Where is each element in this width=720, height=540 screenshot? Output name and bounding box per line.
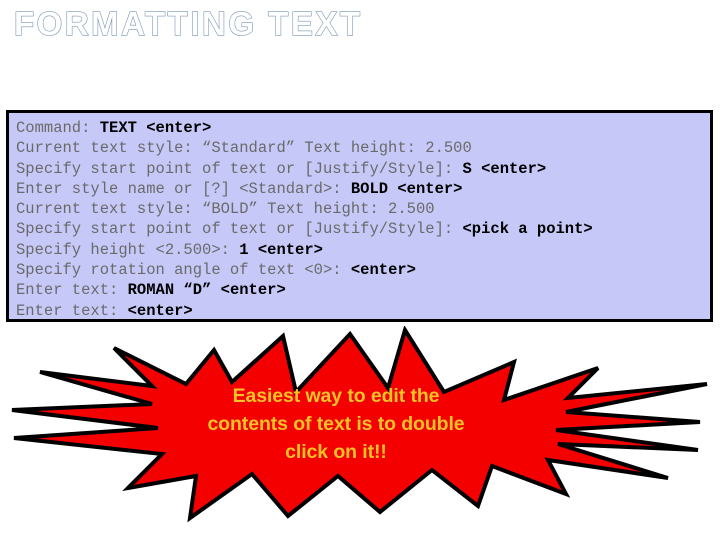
- command-input-text: BOLD <enter>: [350, 179, 463, 198]
- command-line: Specify start point of text or [Justify/…: [16, 219, 710, 239]
- command-line: Current text style: “Standard” Text heig…: [16, 138, 710, 158]
- command-prompt-text: Current text style: “Standard” Text heig…: [16, 139, 472, 158]
- callout-starburst: Easiest way to edit the contents of text…: [0, 326, 720, 540]
- command-input-text: <enter>: [350, 261, 416, 280]
- slide-canvas: FORMATTING TEXT Command: TEXT <enter> Cu…: [0, 0, 720, 540]
- command-prompt-text: Specify rotation angle of text <0>:: [16, 261, 351, 280]
- command-line: Specify height <2.500>: 1 <enter>: [16, 240, 710, 260]
- command-prompt-box: Command: TEXT <enter> Current text style…: [6, 110, 713, 322]
- command-prompt-text: Specify start point of text or [Justify/…: [16, 220, 463, 239]
- command-prompt-text: Current text style: “BOLD” Text height: …: [16, 200, 435, 219]
- command-line: Enter text: <enter>: [16, 301, 710, 321]
- command-line: Current text style: “BOLD” Text height: …: [16, 199, 710, 219]
- command-line: Enter text: ROMAN “D” <enter>: [16, 280, 710, 300]
- command-line: Specify start point of text or [Justify/…: [16, 159, 710, 179]
- command-input-text: S <enter>: [462, 159, 547, 178]
- command-prompt-text: Enter text:: [16, 281, 128, 300]
- command-line: Enter style name or [?] <Standard>: BOLD…: [16, 179, 710, 199]
- callout-line: Easiest way to edit the: [232, 385, 440, 407]
- command-prompt-text: Enter text:: [16, 301, 128, 320]
- command-prompt-text: Specify start point of text or [Justify/…: [16, 159, 463, 178]
- command-input-text: <enter>: [127, 301, 193, 320]
- command-line: Command: TEXT <enter>: [16, 118, 710, 138]
- command-input-text: <pick a point>: [462, 220, 593, 239]
- command-prompt-text: Command:: [16, 119, 100, 137]
- command-input-text: TEXT <enter>: [99, 119, 212, 137]
- callout-text: Easiest way to edit the contents of text…: [186, 382, 486, 466]
- callout-line: contents of text is to double: [207, 413, 465, 435]
- page-title: FORMATTING TEXT: [13, 4, 363, 42]
- command-prompt-text: Enter style name or [?] <Standard>:: [16, 179, 351, 198]
- command-input-text: ROMAN “D” <enter>: [127, 281, 286, 300]
- command-line: Specify rotation angle of text <0>: <ent…: [16, 260, 710, 280]
- callout-line: click on it!!: [285, 441, 387, 463]
- command-prompt-text: Specify height <2.500>:: [16, 240, 240, 259]
- command-input-text: 1 <enter>: [239, 240, 323, 259]
